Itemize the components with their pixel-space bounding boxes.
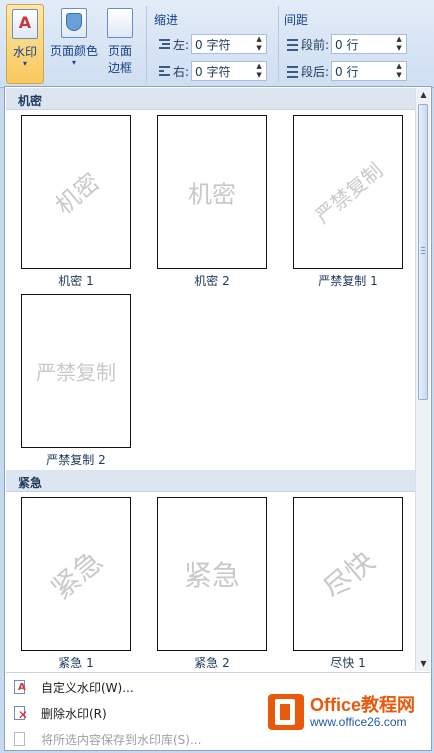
ribbon-divider bbox=[278, 6, 279, 82]
indent-right-spinner[interactable]: 0 字符 ▲ ▼ bbox=[191, 61, 268, 81]
save-gallery-icon bbox=[12, 731, 28, 747]
indent-left-value: 0 字符 bbox=[195, 37, 231, 52]
page-color-button[interactable]: 页面颜色 ▾ bbox=[48, 4, 100, 84]
spacing-before-row: 段前: 0 行 ▲ ▼ bbox=[284, 33, 408, 55]
chevron-down-icon: ▾ bbox=[71, 58, 76, 67]
page-border-button[interactable]: 页面 边框 bbox=[102, 4, 138, 84]
scroll-down-icon[interactable]: ▼ bbox=[416, 657, 431, 671]
spacing-after-spinner[interactable]: 0 行 ▲ ▼ bbox=[331, 61, 408, 81]
spacing-before-spinner[interactable]: 0 行 ▲ ▼ bbox=[331, 34, 408, 54]
page-color-label: 页面颜色 bbox=[49, 44, 98, 58]
watermark-thumb[interactable]: 机密 机密 2 bbox=[157, 115, 267, 289]
watermark-text: 机密 bbox=[50, 167, 105, 221]
watermark-gallery: 机密 机密 机密 1 机密 机密 2 严禁复制 严禁复制 1 严禁复制 严禁复制… bbox=[4, 86, 432, 751]
indent-right-value: 0 字符 bbox=[195, 64, 231, 79]
thumb-label: 严禁复制 1 bbox=[318, 274, 378, 288]
page-border-icon bbox=[107, 8, 133, 38]
section-header-urgent: 紧急 bbox=[6, 470, 415, 492]
section-header-confidential: 机密 bbox=[6, 88, 415, 110]
logo-url: www.office26.com bbox=[310, 715, 407, 729]
watermark-thumb[interactable]: 机密 机密 1 bbox=[21, 115, 131, 289]
remove-watermark-icon: ✕ bbox=[12, 705, 28, 722]
indent-right-row: 右: 0 字符 ▲ ▼ bbox=[156, 60, 268, 82]
watermark-button[interactable]: A 水印 ▾ bbox=[6, 4, 44, 84]
indent-right-icon bbox=[156, 64, 170, 78]
page-preview[interactable]: 尽快 bbox=[293, 497, 403, 651]
spacing-before-label: 段前: bbox=[301, 37, 330, 52]
scroll-thumb[interactable] bbox=[418, 104, 428, 400]
office-logo-icon bbox=[268, 694, 304, 730]
logo-title: Office教程网 bbox=[310, 695, 416, 715]
page-preview[interactable]: 紧急 bbox=[157, 497, 267, 651]
spinner-arrows-icon[interactable]: ▲ ▼ bbox=[394, 35, 404, 53]
page-preview[interactable]: 紧急 bbox=[21, 497, 131, 651]
watermark-text: 紧急 bbox=[44, 544, 110, 606]
ribbon: A 水印 ▾ 页面颜色 ▾ 页面 边框 缩进 左: 0 字符 ▲ ▼ 右: 0 字… bbox=[0, 0, 434, 88]
indent-left-icon bbox=[156, 37, 170, 51]
thumb-label: 机密 1 bbox=[58, 274, 94, 288]
spinner-arrows-icon[interactable]: ▲ ▼ bbox=[394, 62, 404, 80]
chevron-down-icon: ▾ bbox=[22, 59, 27, 68]
watermark-thumb[interactable]: 紧急 紧急 2 bbox=[157, 497, 267, 671]
page-preview[interactable]: 严禁复制 bbox=[21, 294, 131, 448]
spacing-after-value: 0 行 bbox=[335, 64, 359, 79]
page-border-label: 页面 bbox=[107, 44, 132, 58]
watermark-text: 尽快 bbox=[316, 544, 382, 606]
spacing-group-title: 间距 bbox=[284, 13, 309, 27]
ribbon-divider bbox=[146, 6, 147, 82]
thumb-label: 紧急 2 bbox=[194, 656, 230, 670]
spacing-before-icon bbox=[284, 37, 298, 51]
watermark-text: 机密 bbox=[188, 180, 236, 209]
thumb-label: 紧急 1 bbox=[58, 656, 94, 670]
paint-bucket-icon bbox=[61, 8, 87, 38]
spacing-after-row: 段后: 0 行 ▲ ▼ bbox=[284, 60, 408, 82]
spinner-arrows-icon[interactable]: ▲ ▼ bbox=[254, 62, 264, 80]
indent-group-title: 缩进 bbox=[154, 13, 179, 27]
page-border-label-2: 边框 bbox=[107, 61, 132, 75]
indent-left-label: 左: bbox=[173, 37, 190, 52]
spacing-after-label: 段后: bbox=[301, 64, 330, 79]
page-preview[interactable]: 机密 bbox=[21, 115, 131, 269]
watermark-text: 严禁复制 bbox=[36, 360, 116, 385]
indent-right-label: 右: bbox=[173, 64, 190, 79]
watermark-text: 紧急 bbox=[183, 559, 241, 592]
watermark-label: 水印 bbox=[12, 45, 37, 59]
watermark-thumb[interactable]: 严禁复制 严禁复制 2 bbox=[21, 294, 131, 468]
indent-left-spinner[interactable]: 0 字符 ▲ ▼ bbox=[191, 34, 268, 54]
thumb-label: 机密 2 bbox=[194, 274, 230, 288]
thumb-label: 尽快 1 bbox=[330, 656, 366, 670]
watermark-icon: A bbox=[12, 9, 38, 39]
spinner-arrows-icon[interactable]: ▲ ▼ bbox=[254, 35, 264, 53]
spacing-before-value: 0 行 bbox=[335, 37, 359, 52]
gallery-scrollbar[interactable]: ▲ ▼ bbox=[415, 88, 430, 671]
page-preview[interactable]: 严禁复制 bbox=[293, 115, 403, 269]
site-logo: Office教程网 www.office26.com bbox=[268, 690, 434, 734]
page-preview[interactable]: 机密 bbox=[157, 115, 267, 269]
thumb-label: 严禁复制 2 bbox=[46, 453, 106, 467]
save-to-gallery-label: 将所选内容保存到水印库(S)... bbox=[41, 732, 202, 747]
remove-watermark-label: 删除水印(R) bbox=[41, 706, 107, 721]
watermark-thumb[interactable]: 尽快 尽快 1 bbox=[293, 497, 403, 671]
spacing-after-icon bbox=[284, 64, 298, 78]
scroll-up-icon[interactable]: ▲ bbox=[416, 88, 431, 102]
custom-watermark-icon: A bbox=[12, 679, 28, 695]
custom-watermark-label: 自定义水印(W)... bbox=[41, 680, 134, 695]
watermark-thumb[interactable]: 严禁复制 严禁复制 1 bbox=[293, 115, 403, 289]
watermark-thumb[interactable]: 紧急 紧急 1 bbox=[21, 497, 131, 671]
indent-left-row: 左: 0 字符 ▲ ▼ bbox=[156, 33, 268, 55]
watermark-text: 严禁复制 bbox=[310, 158, 388, 229]
